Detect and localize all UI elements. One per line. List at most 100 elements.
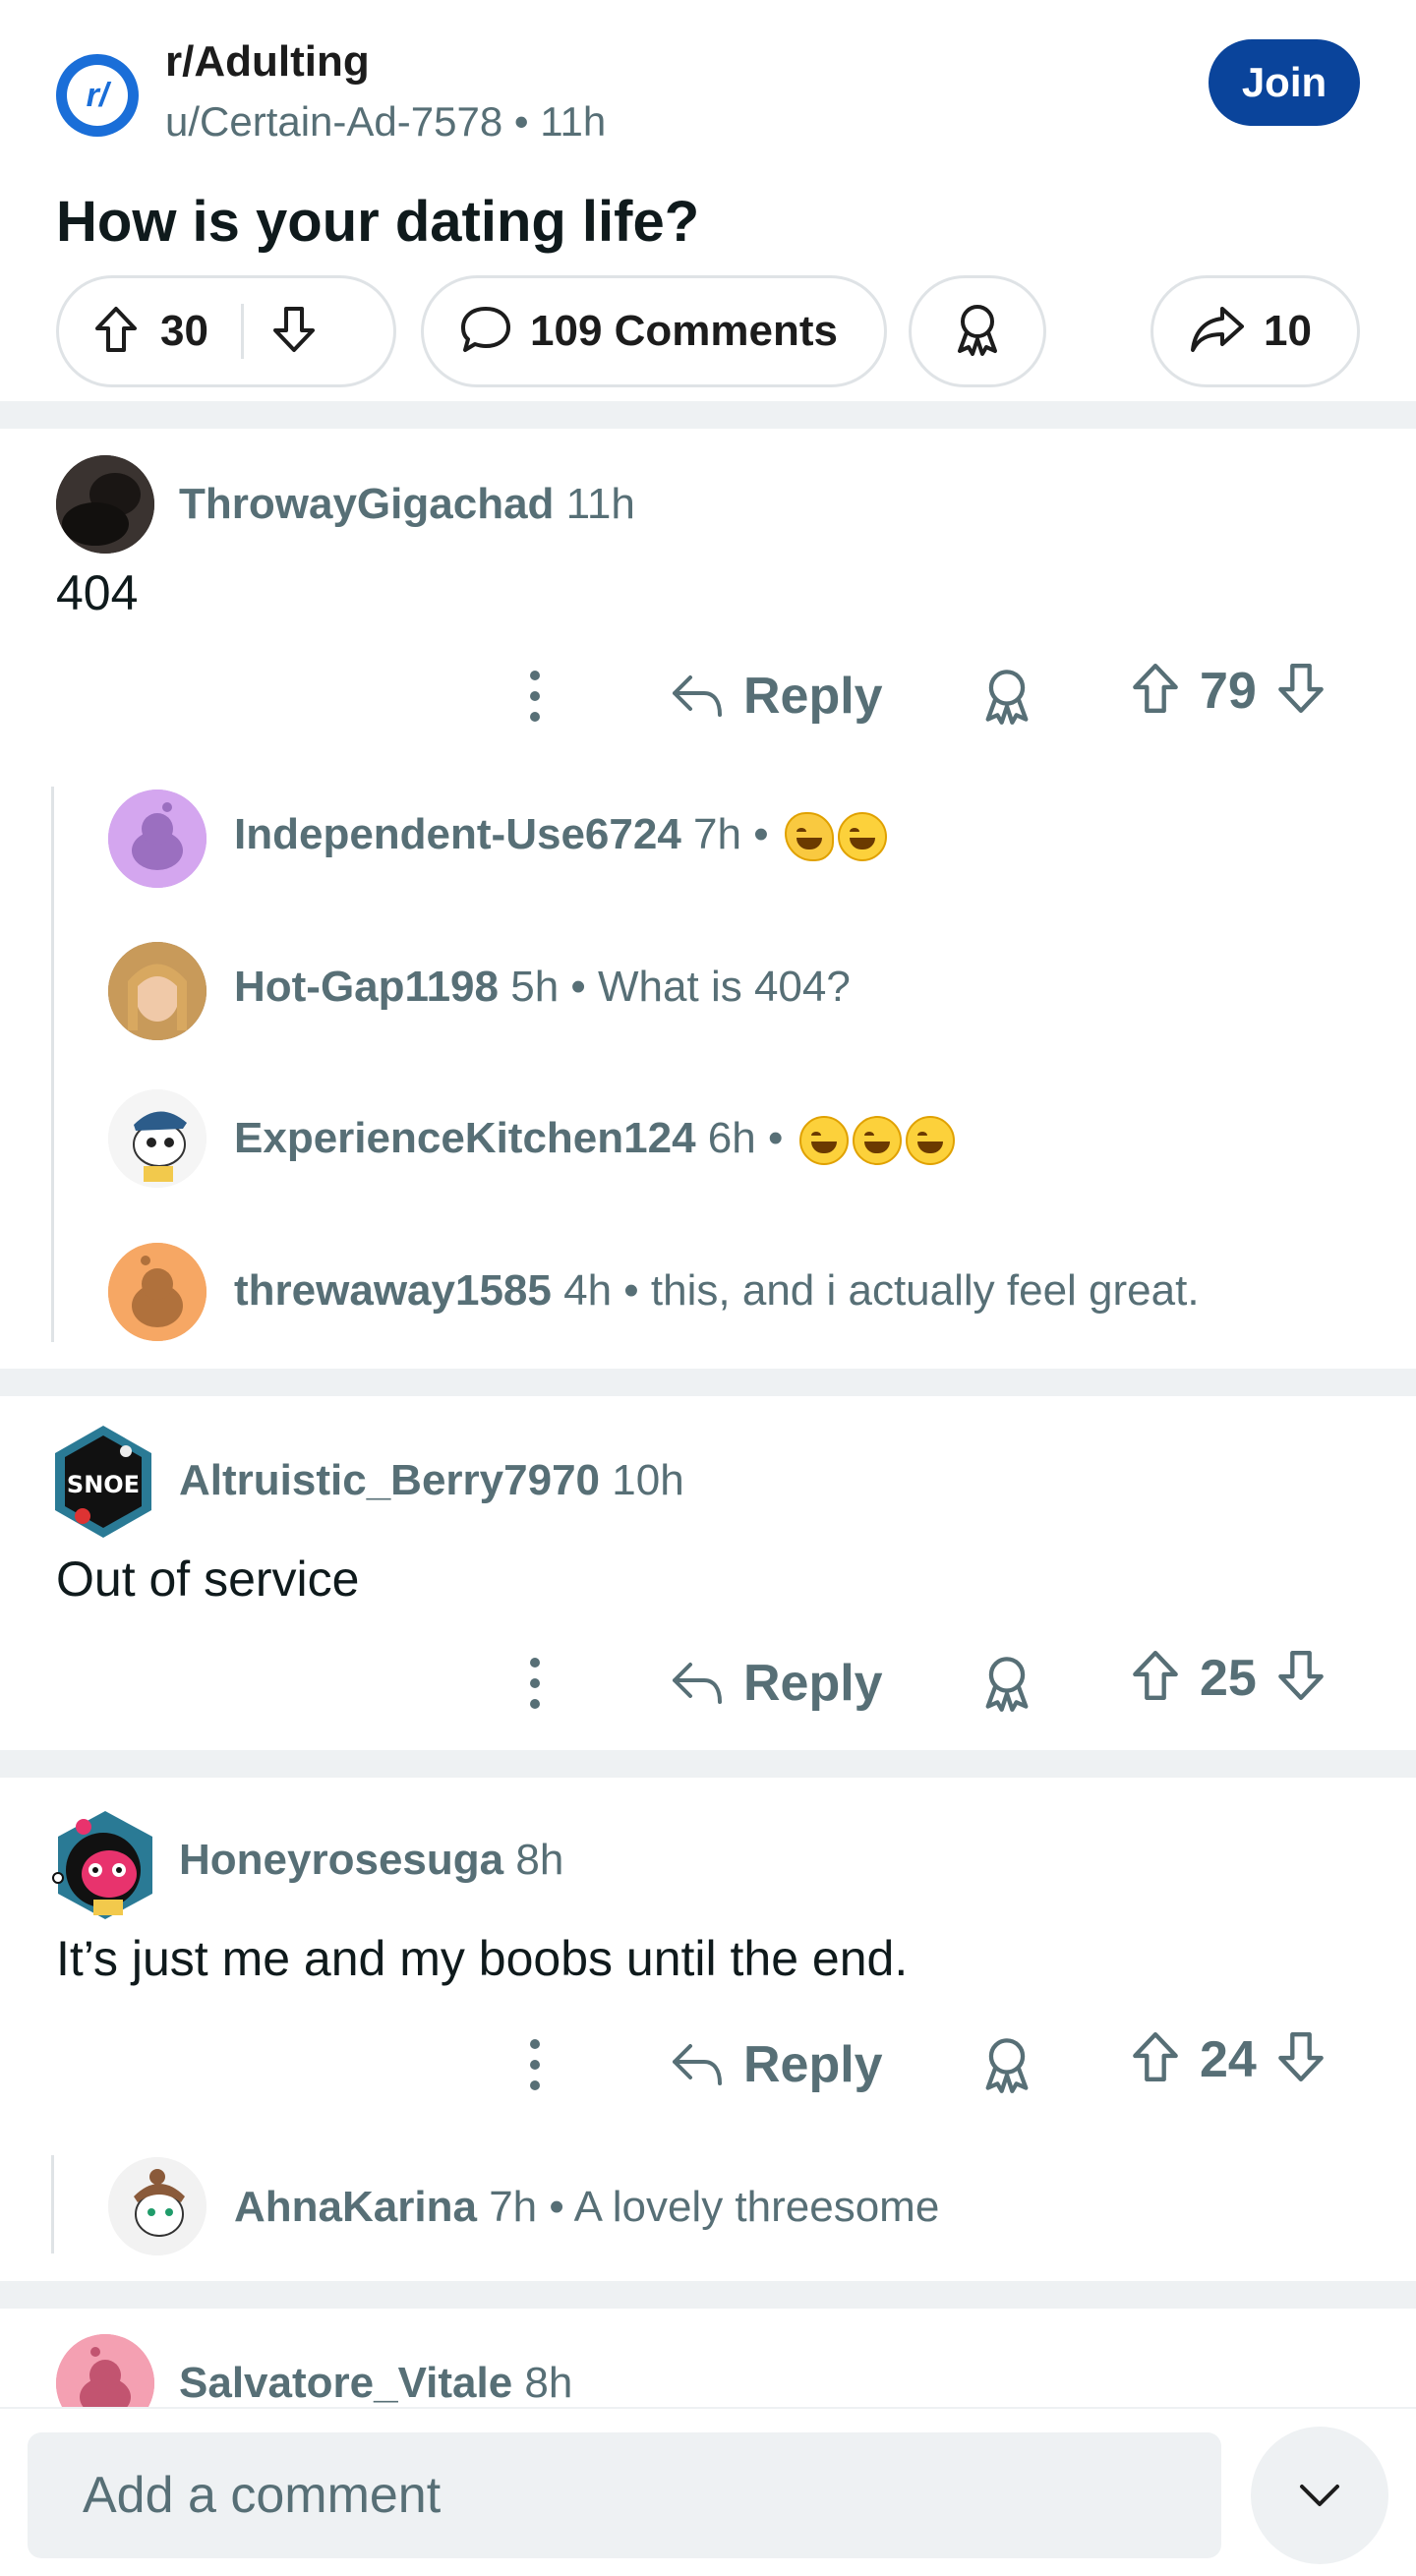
- reply-text: A lovely threesome: [573, 2183, 940, 2231]
- reply-arrow-icon: [673, 2044, 722, 2085]
- reply-row[interactable]: threwaway1585 4h • this, and i actually …: [234, 1266, 1200, 1316]
- comment-actions: Reply 24: [0, 2016, 1416, 2114]
- post-header: r/ r/Adulting u/Certain-Ad-7578 • 11h Jo…: [0, 0, 1416, 401]
- reply-button[interactable]: Reply: [669, 2027, 883, 2102]
- reply-button[interactable]: Reply: [669, 659, 883, 733]
- award-icon[interactable]: [978, 667, 1035, 731]
- award-icon[interactable]: [978, 2035, 1035, 2099]
- comment-username-text[interactable]: ThrowayGigachad: [179, 480, 554, 528]
- reply-time: 6h •: [707, 1114, 784, 1162]
- reply-text: What is 404?: [598, 963, 851, 1011]
- upvote-icon[interactable]: [1131, 1648, 1180, 1708]
- share-arrow-icon: [1189, 305, 1246, 359]
- more-options-icon[interactable]: [511, 2035, 559, 2094]
- reply-row[interactable]: ExperienceKitchen124 6h •: [234, 1114, 955, 1166]
- reply-label: Reply: [743, 2036, 883, 2093]
- comment-time: 8h: [515, 1836, 564, 1884]
- reply-avatar[interactable]: [108, 1243, 206, 1341]
- comment-username[interactable]: ThrowayGigachad 11h: [179, 480, 635, 529]
- reply-avatar[interactable]: [108, 1089, 206, 1188]
- subreddit-icon-glyph: r/: [67, 65, 128, 126]
- join-button[interactable]: Join: [1209, 39, 1360, 126]
- add-comment-input[interactable]: [28, 2432, 1221, 2558]
- emoji-laughing-icon: [798, 1116, 849, 1166]
- comment-avatar[interactable]: [44, 1805, 158, 1925]
- more-options-icon[interactable]: [511, 667, 559, 726]
- downvote-icon[interactable]: [1276, 661, 1326, 721]
- reply-username[interactable]: Hot-Gap1198: [234, 963, 499, 1011]
- comments-button[interactable]: 109 Comments: [421, 275, 887, 387]
- award-icon: [951, 302, 1004, 362]
- comments-count-label: 109 Comments: [530, 307, 839, 355]
- upvote-icon[interactable]: [1131, 2029, 1180, 2089]
- comment-time: 10h: [612, 1456, 684, 1504]
- post-vote-pill: 30: [56, 275, 396, 387]
- comment-username[interactable]: Altruistic_Berry7970 10h: [179, 1456, 684, 1505]
- comment-username-text[interactable]: Honeyrosesuga: [179, 1836, 503, 1884]
- more-options-icon[interactable]: [511, 1654, 559, 1713]
- award-icon[interactable]: [978, 1654, 1035, 1718]
- comment-username-text[interactable]: Salvatore_Vitale: [179, 2359, 512, 2407]
- comment-bubble-icon: [459, 305, 512, 359]
- comment-username-text[interactable]: Altruistic_Berry7970: [179, 1456, 600, 1504]
- reply-label: Reply: [743, 668, 883, 725]
- share-button[interactable]: 10: [1150, 275, 1360, 387]
- emoji-laughing-icon: [905, 1116, 955, 1166]
- comment-vote-controls: 79: [1131, 661, 1326, 721]
- comment-vote-count: 79: [1200, 662, 1257, 720]
- subreddit-name[interactable]: r/Adulting: [165, 37, 370, 87]
- svg-text:SNOE: SNOE: [67, 1471, 140, 1498]
- reply-username[interactable]: threwaway1585: [234, 1266, 552, 1315]
- upvote-icon[interactable]: [1131, 661, 1180, 721]
- section-divider: [0, 1369, 1416, 1396]
- chevron-down-icon: [1300, 2485, 1339, 2506]
- downvote-icon[interactable]: [1276, 2029, 1326, 2089]
- reply-time: 7h •: [693, 810, 769, 858]
- reply-username[interactable]: ExperienceKitchen124: [234, 1114, 696, 1162]
- reply-row[interactable]: AhnaKarina 7h • A lovely threesome: [234, 2183, 939, 2232]
- reply-username[interactable]: AhnaKarina: [234, 2183, 477, 2231]
- vote-separator: [241, 304, 244, 359]
- downvote-icon[interactable]: [271, 305, 317, 359]
- section-divider: [0, 2281, 1416, 2309]
- reply-avatar[interactable]: [108, 790, 206, 888]
- collapse-button[interactable]: [1251, 2427, 1388, 2564]
- comment-actions: Reply 79: [0, 647, 1416, 745]
- reply-time: 4h •: [563, 1266, 639, 1315]
- downvote-icon[interactable]: [1276, 1648, 1326, 1708]
- reply-thread-line[interactable]: [51, 2155, 54, 2254]
- reply-row[interactable]: Hot-Gap1198 5h • What is 404?: [234, 963, 851, 1012]
- reply-row[interactable]: Independent-Use6724 7h •: [234, 810, 887, 862]
- comment-username[interactable]: Salvatore_Vitale 8h: [179, 2359, 572, 2408]
- comment-vote-controls: 25: [1131, 1648, 1326, 1708]
- reply-text: this, and i actually feel great.: [650, 1266, 1200, 1315]
- comment-time: 8h: [524, 2359, 573, 2407]
- reply-username[interactable]: Independent-Use6724: [234, 810, 681, 858]
- reply-button[interactable]: Reply: [669, 1646, 883, 1721]
- comment-username[interactable]: Honeyrosesuga 8h: [179, 1836, 563, 1885]
- share-count: 10: [1264, 307, 1312, 355]
- comment-vote-count: 24: [1200, 2030, 1257, 2088]
- comment-body: Out of service: [56, 1551, 360, 1607]
- emoji-laughing-icon: [837, 812, 887, 862]
- reply-label: Reply: [743, 1655, 883, 1712]
- reply-arrow-icon: [673, 1663, 722, 1704]
- section-divider: [0, 1750, 1416, 1778]
- reply-time: 7h •: [489, 2183, 564, 2231]
- post-title: How is your dating life?: [56, 190, 700, 254]
- comment-body: 404: [56, 565, 139, 620]
- comment-time: 11h: [565, 480, 635, 528]
- comment-actions: Reply 25: [0, 1634, 1416, 1732]
- post-author-meta[interactable]: u/Certain-Ad-7578 • 11h: [165, 98, 606, 146]
- comment-vote-count: 25: [1200, 1649, 1257, 1707]
- award-button[interactable]: [909, 275, 1046, 387]
- comment-vote-controls: 24: [1131, 2029, 1326, 2089]
- comment-avatar[interactable]: SNOE: [49, 1422, 157, 1542]
- subreddit-icon[interactable]: r/: [56, 54, 139, 137]
- reply-avatar[interactable]: [108, 942, 206, 1040]
- upvote-icon[interactable]: [93, 305, 139, 359]
- comment-avatar[interactable]: [56, 455, 154, 554]
- reply-avatar[interactable]: [108, 2157, 206, 2255]
- comment-body: It’s just me and my boobs until the end.: [56, 1931, 909, 1986]
- reply-thread-line[interactable]: [51, 787, 54, 1342]
